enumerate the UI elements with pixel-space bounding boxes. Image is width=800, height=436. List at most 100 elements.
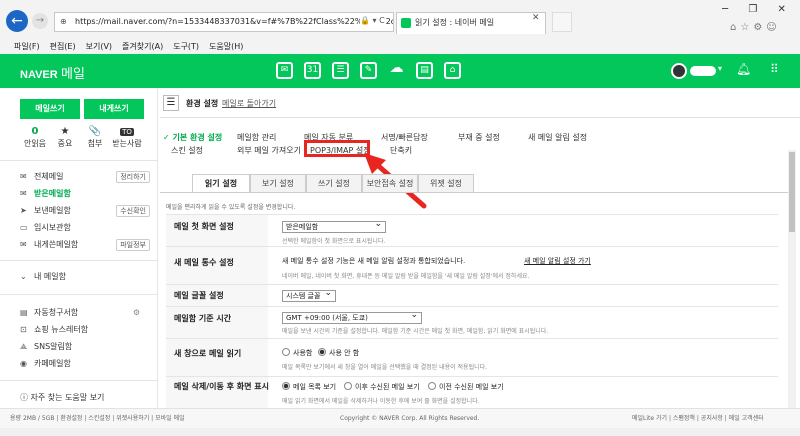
mail-app-icon[interactable]: ✉ <box>276 62 293 79</box>
folder-to-me[interactable]: ✉ 내게쓴메일함 파일정부 <box>20 238 150 252</box>
tab-close-icon[interactable]: ✕ <box>532 13 540 23</box>
folder-billing[interactable]: ▤ 자동청구서함 ⚙ <box>20 306 150 320</box>
blog-app-icon[interactable]: ⌂ <box>444 62 461 79</box>
bell-icon[interactable]: 🔔︎ <box>736 62 751 76</box>
folder-inbox[interactable]: ✉ 받은메일함 <box>20 187 150 201</box>
link-skin[interactable]: 스킨 설정 <box>171 145 203 156</box>
browser-toolbar-icons[interactable]: ⌂☆⚙☺ <box>730 22 781 33</box>
new-alert-link[interactable]: 새 메일 알림 설정 가기 <box>524 256 591 266</box>
calendar-app-icon[interactable]: 31 <box>304 62 321 79</box>
file-info-button[interactable]: 파일정부 <box>116 239 150 251</box>
footer: 용량 2MB / 5GB | 환경설정 | 스킨설정 | 위젯사용하기 | 모바… <box>0 408 800 428</box>
organize-button[interactable]: 정리하기 <box>116 171 150 183</box>
cafe-icon: ◉ <box>20 359 27 368</box>
new-window-off-radio[interactable]: 사용 안 함 <box>318 348 359 358</box>
folder-sent[interactable]: ➤ 보낸메일함 수신확인 <box>20 204 150 218</box>
tab-security[interactable]: 보안접속 설정 <box>362 174 418 193</box>
to-me-stat[interactable]: TO 받는사람 <box>112 126 142 149</box>
folder-drafts[interactable]: ▭ 임시보관함 <box>20 221 150 235</box>
browser-tab[interactable]: 읽기 설정 : 네이버 메일 <box>396 12 546 34</box>
folder-all[interactable]: ✉ 전체메일 정리하기 <box>20 170 150 184</box>
row-label: 메일 글꼴 설정 <box>174 291 224 300</box>
write-mail-button[interactable]: 메일쓰기 <box>20 99 80 119</box>
link-basic-settings[interactable]: ✓ 기본 환경 설정 <box>163 132 222 143</box>
user-name-pill[interactable] <box>690 66 716 76</box>
to-badge-icon: TO <box>120 128 134 136</box>
avatar[interactable] <box>671 63 687 79</box>
folder-cafe[interactable]: ◉ 카페메일함 <box>20 357 150 371</box>
menu-view[interactable]: 보기(V) <box>86 40 112 54</box>
close-button[interactable]: ✕ <box>778 4 786 18</box>
folder-label: 전체메일 <box>34 172 64 181</box>
font-select[interactable]: 시스템 글꼴 <box>282 288 336 302</box>
office-app-icon[interactable]: ▤ <box>416 62 433 79</box>
folder-shopping[interactable]: ⊡ 쇼핑 뉴스레터함 <box>20 323 150 337</box>
divider <box>0 160 157 161</box>
faq-link[interactable]: ⓘ 자주 찾는 도움말 보기 <box>20 392 104 403</box>
scrollbar-thumb[interactable] <box>789 152 795 232</box>
footer-right-links[interactable]: 메일Lite 가기 | 스팸정책 | 공지사항 | 메일 고객센터 <box>632 409 764 429</box>
memo-app-icon[interactable]: ✎ <box>360 62 377 79</box>
grid-menu-icon[interactable]: ⠿ <box>770 62 779 76</box>
link-external-mail[interactable]: 외부 메일 가져오기 <box>237 145 301 156</box>
address-bar[interactable]: ⊕ https://mail.naver.com/?n=1533448337031… <box>54 12 394 32</box>
row-note: 메일을 보낸 시간의 기준을 설정합니다. 메일함 기준 시간은 메일 첫 화면… <box>282 328 549 335</box>
folder-sns[interactable]: ⟁ SNS알림함 <box>20 340 150 354</box>
divider <box>0 380 157 381</box>
tab-read[interactable]: 읽기 설정 <box>192 174 250 193</box>
to-me-label: 받는사람 <box>112 139 142 148</box>
menu-edit[interactable]: 편집(E) <box>50 40 76 54</box>
tab-widget[interactable]: 위젯 설정 <box>418 174 474 193</box>
important-label: 중요 <box>57 139 73 148</box>
write-to-me-button[interactable]: 내게쓰기 <box>84 99 144 119</box>
menu-help[interactable]: 도움말(H) <box>209 40 243 54</box>
tab-write[interactable]: 쓰기 설정 <box>306 174 362 193</box>
radio-label: 이후 수신된 메일 보기 <box>355 383 420 391</box>
footer-left-links[interactable]: 용량 2MB / 5GB | 환경설정 | 스킨설정 | 위젯사용하기 | 모바… <box>10 409 185 429</box>
address-actions[interactable]: 🔒 ▾ C <box>360 16 385 25</box>
read-receipt-button[interactable]: 수신확인 <box>116 205 150 217</box>
menu-tools[interactable]: 도구(T) <box>173 40 199 54</box>
link-mailbox[interactable]: 메일함 관리 <box>237 132 276 143</box>
unread-stat[interactable]: 0 안읽음 <box>20 126 50 149</box>
back-button[interactable]: ← <box>6 10 28 32</box>
folder-label: 보낸메일함 <box>34 206 71 215</box>
my-mailbox-toggle[interactable]: ⌄ 내 메일함 <box>20 270 150 284</box>
new-tab-button[interactable] <box>552 12 572 32</box>
contacts-app-icon[interactable]: ☰ <box>332 62 349 79</box>
draft-icon: ▭ <box>20 223 28 232</box>
back-to-mail-link[interactable]: 메일로 돌아가기 <box>222 98 276 109</box>
chevron-down-icon[interactable]: ▾ <box>718 64 722 73</box>
menu-toggle-icon[interactable]: ☰ <box>163 95 179 111</box>
bag-icon: ⊡ <box>20 325 27 334</box>
radio-label: 사용함 <box>293 349 313 357</box>
new-window-on-radio[interactable]: 사용함 <box>282 348 312 358</box>
cloud-app-icon[interactable]: ☁ <box>388 61 405 79</box>
link-absence[interactable]: 부재 중 설정 <box>458 132 500 143</box>
show-list-radio[interactable]: 메일 목록 보기 <box>282 382 336 392</box>
forward-button[interactable]: → <box>32 13 48 29</box>
folder-label: 내게쓴메일함 <box>34 240 79 249</box>
attachment-stat[interactable]: 📎 첨부 <box>80 126 110 149</box>
important-stat[interactable]: ★ 중요 <box>50 126 80 149</box>
show-prev-radio[interactable]: 이전 수신된 메일 보기 <box>428 382 504 392</box>
link-signature[interactable]: 서명/빠른답장 <box>381 132 428 143</box>
folder-label: 카페메일함 <box>34 359 71 368</box>
show-next-radio[interactable]: 이후 수신된 메일 보기 <box>344 382 420 392</box>
row-note: 네이버 메일, 네이버 첫 화면, 휴대폰 등 메일 알림 받을 메일함을 '새… <box>282 273 530 280</box>
link-new-mail-alert[interactable]: 새 메일 알림 설정 <box>528 132 587 143</box>
link-label: 기본 환경 설정 <box>172 133 223 142</box>
menu-file[interactable]: 파일(F) <box>14 40 40 54</box>
menu-favorites[interactable]: 즐겨찾기(A) <box>122 40 163 54</box>
first-screen-select[interactable]: 받은메일함 <box>282 219 386 233</box>
tab-view[interactable]: 보기 설정 <box>250 174 306 193</box>
naver-mail-logo[interactable]: NAVER 메일 <box>20 63 85 82</box>
timezone-select[interactable]: GMT +09:00 (서울, 도쿄) <box>282 310 422 324</box>
radio-label: 메일 목록 보기 <box>293 383 337 391</box>
gear-icon[interactable]: ⚙ <box>133 306 140 320</box>
mail-icon: ✉ <box>20 172 27 181</box>
row-timezone: 메일함 기준 시간 GMT +09:00 (서울, 도쿄) 메일을 보낸 시간의… <box>166 306 778 338</box>
minimize-button[interactable]: ─ <box>722 4 728 18</box>
folder-label: 자동청구서함 <box>34 308 79 317</box>
restore-button[interactable]: ❐ <box>748 4 757 18</box>
